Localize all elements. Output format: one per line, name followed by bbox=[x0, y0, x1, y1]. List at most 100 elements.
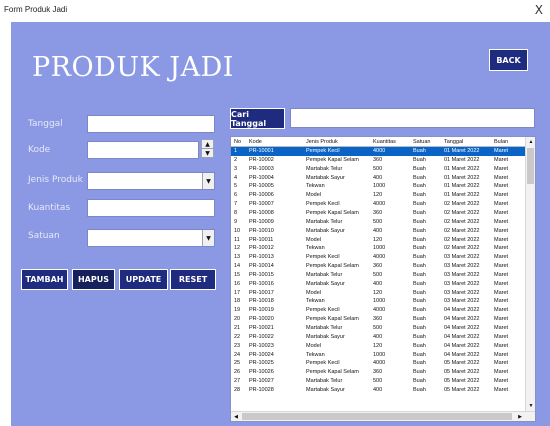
table-cell: 02 Maret 2022 bbox=[444, 201, 480, 208]
scroll-right-icon[interactable]: ▶ bbox=[515, 412, 525, 421]
table-cell: 360 bbox=[373, 156, 383, 163]
table-cell: PR-10004 bbox=[249, 174, 274, 181]
table-row[interactable]: 12 PR-10012 Tekwan 1000 Buah 02 Maret 2022 Mar… bbox=[231, 244, 525, 253]
chevron-down-icon[interactable]: ▼ bbox=[202, 230, 214, 246]
table-row[interactable]: 9 PR-10009 Martabak Telur 500 Buah 02 Maret 2… bbox=[231, 218, 525, 227]
table-row[interactable]: 22 PR-10022 Martabak Sayur 400 Buah 04 Maret … bbox=[231, 333, 525, 342]
table-row[interactable]: 19 PR-10019 Pempek Kecil 4000 Buah 04 Maret 2… bbox=[231, 306, 525, 315]
form-panel: PRODUK JADI BACK Tanggal Kode ▲ ▼ Jenis … bbox=[11, 22, 550, 426]
table-row[interactable]: 7 PR-10007 Pempek Kecil 4000 Buah 02 Maret 20… bbox=[231, 200, 525, 209]
table-row[interactable]: 4 PR-10004 Martabak Sayur 400 Buah 01 Maret 2… bbox=[231, 174, 525, 183]
table-row[interactable]: 25 PR-10025 Pempek Kecil 4000 Buah 05 Maret 2… bbox=[231, 359, 525, 368]
table-cell: 27 bbox=[234, 378, 241, 385]
scroll-up-icon[interactable]: ▲ bbox=[526, 137, 535, 147]
column-header[interactable]: Tanggal bbox=[444, 139, 463, 145]
table-cell: 1000 bbox=[373, 245, 386, 252]
table-cell: Martabak Sayur bbox=[306, 227, 345, 234]
hapus-button[interactable]: HAPUS bbox=[72, 269, 115, 290]
table-cell: Buah bbox=[413, 378, 426, 385]
table-cell: 360 bbox=[373, 316, 383, 323]
vertical-scrollbar[interactable]: ▲ ▼ bbox=[525, 137, 535, 411]
table-cell: 04 Maret 2022 bbox=[444, 316, 480, 323]
table-cell: Maret bbox=[494, 254, 509, 261]
table-row[interactable]: 24 PR-10024 Tekwan 1000 Buah 04 Maret 2022 Mar… bbox=[231, 351, 525, 360]
table-row[interactable]: 1 PR-10001 Pempek Kecil 4000 Buah 01 Maret 20… bbox=[231, 147, 525, 156]
column-header[interactable]: Kuantitas bbox=[373, 139, 396, 145]
table-cell: Maret bbox=[494, 209, 509, 216]
table-cell: 360 bbox=[373, 209, 383, 216]
table-row[interactable]: 10 PR-10010 Martabak Sayur 400 Buah 02 Maret … bbox=[231, 227, 525, 236]
reset-button[interactable]: RESET bbox=[170, 269, 216, 290]
table-cell: Buah bbox=[413, 298, 426, 305]
scroll-down-icon[interactable]: ▼ bbox=[526, 401, 535, 411]
table-cell: 6 bbox=[234, 192, 238, 199]
table-cell: 7 bbox=[234, 201, 238, 208]
column-header[interactable]: Satuan bbox=[413, 139, 430, 145]
tambah-button[interactable]: TAMBAH bbox=[21, 269, 68, 290]
table-cell: PR-10022 bbox=[249, 333, 274, 340]
horizontal-scrollbar[interactable]: ◀ ▶ bbox=[231, 411, 535, 421]
table-row[interactable]: 8 PR-10008 Pempek Kapal Selam 360 Buah 02 Mar… bbox=[231, 209, 525, 218]
satuan-select[interactable]: ▼ bbox=[87, 229, 215, 247]
table-cell: Martabak Sayur bbox=[306, 333, 345, 340]
scroll-thumb[interactable] bbox=[242, 413, 512, 420]
table-cell: 04 Maret 2022 bbox=[444, 307, 480, 314]
table-row[interactable]: 6 PR-10006 Model 120 Buah 01 Maret 2022 Maret bbox=[231, 191, 525, 200]
kode-spin-button[interactable]: ▲ ▼ bbox=[201, 139, 214, 158]
table-cell: 9 bbox=[234, 218, 238, 225]
kode-field[interactable] bbox=[87, 141, 199, 159]
table-row[interactable]: 3 PR-10003 Martabak Telur 500 Buah 01 Maret 2… bbox=[231, 165, 525, 174]
column-header[interactable]: Kode bbox=[249, 139, 262, 145]
spin-down-icon[interactable]: ▼ bbox=[202, 149, 213, 158]
table-row[interactable]: 17 PR-10017 Model 120 Buah 03 Maret 2022 Maret bbox=[231, 289, 525, 298]
spin-up-icon[interactable]: ▲ bbox=[202, 140, 213, 149]
table-row[interactable]: 26 PR-10026 Pempek Kapal Selam 360 Buah 05 Ma… bbox=[231, 368, 525, 377]
table-row[interactable]: 5 PR-10005 Tekwan 1000 Buah 01 Maret 2022 Mare… bbox=[231, 182, 525, 191]
table-cell: 17 bbox=[234, 289, 241, 296]
table-row[interactable]: 18 PR-10018 Tekwan 1000 Buah 03 Maret 2022 Mar… bbox=[231, 297, 525, 306]
cari-tanggal-button[interactable]: Cari Tanggal bbox=[230, 108, 285, 129]
table-cell: 05 Maret 2022 bbox=[444, 386, 480, 393]
table-cell: PR-10014 bbox=[249, 263, 274, 270]
table-row[interactable]: 20 PR-10020 Pempek Kapal Selam 360 Buah 04 Ma… bbox=[231, 315, 525, 324]
table-cell: 4000 bbox=[373, 201, 386, 208]
close-icon[interactable]: X bbox=[535, 3, 543, 17]
back-button[interactable]: BACK bbox=[489, 49, 528, 71]
table-cell: PR-10025 bbox=[249, 360, 274, 367]
column-header[interactable]: No bbox=[234, 139, 241, 145]
column-header[interactable]: Jenis Produk bbox=[306, 139, 338, 145]
table-row[interactable]: 16 PR-10016 Martabak Sayur 400 Buah 03 Maret … bbox=[231, 280, 525, 289]
table-cell: 03 Maret 2022 bbox=[444, 263, 480, 270]
table-cell: Buah bbox=[413, 148, 426, 154]
table-cell: Buah bbox=[413, 165, 426, 172]
scroll-thumb[interactable] bbox=[527, 148, 534, 184]
jenis-produk-select[interactable]: ▼ bbox=[87, 172, 215, 190]
table-row[interactable]: 23 PR-10023 Model 120 Buah 04 Maret 2022 Maret bbox=[231, 342, 525, 351]
table-cell: Martabak Telur bbox=[306, 165, 343, 172]
table-cell: Martabak Telur bbox=[306, 271, 343, 278]
table-cell: Martabak Sayur bbox=[306, 280, 345, 287]
table-cell: PR-10024 bbox=[249, 351, 274, 358]
table-row[interactable]: 14 PR-10014 Pempek Kapal Selam 360 Buah 03 Ma… bbox=[231, 262, 525, 271]
table-cell: 28 bbox=[234, 386, 241, 393]
kuantitas-field[interactable] bbox=[87, 199, 215, 217]
scroll-left-icon[interactable]: ◀ bbox=[231, 412, 241, 421]
column-header[interactable]: Bulan bbox=[494, 139, 508, 145]
table-cell: 10 bbox=[234, 227, 241, 234]
search-input[interactable] bbox=[290, 108, 535, 128]
table-cell: 400 bbox=[373, 174, 383, 181]
table-cell: Buah bbox=[413, 192, 426, 199]
table-row[interactable]: 28 PR-10028 Martabak Sayur 400 Buah 05 Maret … bbox=[231, 386, 525, 395]
update-button[interactable]: UPDATE bbox=[119, 269, 168, 290]
table-cell: 120 bbox=[373, 192, 383, 199]
table-row[interactable]: 21 PR-10021 Martabak Telur 500 Buah 04 Maret … bbox=[231, 324, 525, 333]
table-row[interactable]: 27 PR-10027 Martabak Telur 500 Buah 05 Maret … bbox=[231, 377, 525, 386]
table-row[interactable]: 2 PR-10002 Pempek Kapal Selam 360 Buah 01 Mar… bbox=[231, 156, 525, 165]
chevron-down-icon[interactable]: ▼ bbox=[202, 173, 214, 189]
tanggal-field[interactable] bbox=[87, 115, 215, 133]
table-cell: 04 Maret 2022 bbox=[444, 351, 480, 358]
produk-table[interactable]: No Kode Jenis Produk Kuantitas Satuan Ta… bbox=[230, 136, 536, 422]
table-row[interactable]: 11 PR-10011 Model 120 Buah 02 Maret 2022 Maret bbox=[231, 236, 525, 245]
table-row[interactable]: 13 PR-10013 Pempek Kecil 4000 Buah 03 Maret 2… bbox=[231, 253, 525, 262]
table-row[interactable]: 15 PR-10015 Martabak Telur 500 Buah 03 Maret … bbox=[231, 271, 525, 280]
